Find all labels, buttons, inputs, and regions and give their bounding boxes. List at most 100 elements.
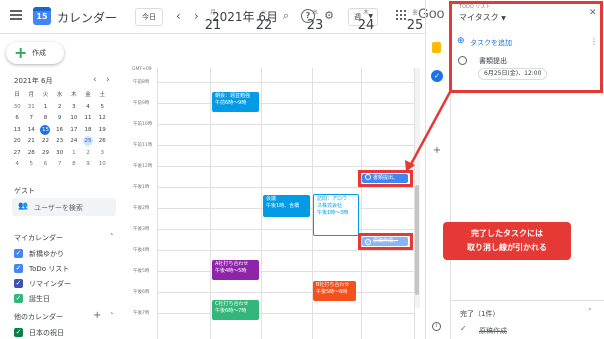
scrollbar-thumb[interactable] <box>415 185 419 295</box>
mini-day[interactable]: 7 <box>24 113 38 125</box>
mini-day[interactable]: 15 <box>38 124 52 137</box>
hour-gridline <box>157 187 415 188</box>
mini-day[interactable]: 8 <box>38 113 52 125</box>
checkbox-checked-icon[interactable]: ✓ <box>14 294 23 303</box>
mini-day[interactable]: 5 <box>95 102 109 114</box>
task-list-select[interactable]: マイタスク ▼ <box>459 12 506 23</box>
mini-day[interactable]: 2 <box>81 148 95 160</box>
keep-icon[interactable] <box>432 42 441 53</box>
completed-divider <box>450 300 604 301</box>
completed-task-title[interactable]: 原稿作成 <box>479 326 507 336</box>
hour-gridline <box>157 145 415 146</box>
checkbox-checked-icon[interactable]: ✓ <box>14 279 23 288</box>
mini-day[interactable]: 9 <box>53 113 67 125</box>
completed-check-icon[interactable]: ✓ <box>460 324 467 333</box>
mini-day[interactable]: 3 <box>95 148 109 160</box>
main-menu-icon[interactable] <box>10 10 22 20</box>
prev-week-icon[interactable]: ‹ <box>176 9 181 23</box>
chevron-down-icon[interactable]: ˅ <box>588 308 592 316</box>
mini-day[interactable]: 6 <box>38 159 52 171</box>
task-complete-radio[interactable] <box>458 56 467 65</box>
create-button[interactable]: + 作成 <box>6 42 64 64</box>
mini-day[interactable]: 4 <box>81 102 95 114</box>
mini-day[interactable]: 16 <box>53 125 67 137</box>
hour-label: 午後5時 <box>133 269 150 274</box>
close-icon[interactable]: ✕ <box>589 8 597 18</box>
mini-day[interactable]: 12 <box>95 113 109 125</box>
annotation-callout: 完了したタスクには 取り消し線が引かれる <box>443 222 571 260</box>
mini-day[interactable]: 22 <box>38 136 52 148</box>
task-chip[interactable]: 書類提出、 <box>362 174 408 183</box>
add-addon-plus-icon[interactable]: + <box>431 145 443 157</box>
chevron-up-icon[interactable]: ˄ <box>110 312 114 320</box>
calendar-event[interactable]: C社打ち合わせ 午後6時〜7時 <box>212 300 259 320</box>
mini-day[interactable]: 26 <box>95 136 109 148</box>
callout-line: 取り消し線が引かれる <box>467 243 547 252</box>
mini-day[interactable]: 1 <box>67 148 81 160</box>
add-calendar-plus-icon[interactable]: + <box>93 310 101 321</box>
mini-day[interactable]: 1 <box>38 102 52 114</box>
mini-week-row: 20 21 22 23 24 25 26 <box>10 136 110 148</box>
mini-day[interactable]: 7 <box>53 159 67 171</box>
mini-day[interactable]: 9 <box>81 159 95 171</box>
tasks-icon[interactable]: ✓ <box>431 70 443 82</box>
mini-day[interactable]: 10 <box>67 113 81 125</box>
mini-day[interactable]: 10 <box>95 159 109 171</box>
mini-day[interactable]: 19 <box>95 125 109 137</box>
hour-gridline <box>157 124 415 125</box>
mini-day[interactable]: 5 <box>24 159 38 171</box>
calendar-event[interactable]: A社打ち合わせ 午後4時〜5時 <box>212 260 259 280</box>
checkbox-checked-icon[interactable]: ✓ <box>14 249 23 258</box>
mini-weekday: 日 <box>14 92 20 98</box>
mini-day[interactable]: 2 <box>53 102 67 114</box>
mini-day[interactable]: 30 <box>53 148 67 160</box>
task-title[interactable]: 書類提出 <box>479 56 507 66</box>
mini-day[interactable]: 8 <box>67 159 81 171</box>
mini-day[interactable]: 3 <box>67 102 81 114</box>
mini-prev-icon[interactable]: ‹ <box>93 75 97 85</box>
calendar-event[interactable]: 訪問：アロウ ス株式会社 午後1時〜3時 <box>313 194 359 236</box>
other-calendars-title[interactable]: 他のカレンダー <box>14 312 63 322</box>
mini-day[interactable]: 24 <box>67 136 81 148</box>
add-task-button[interactable]: タスクを追加 <box>470 38 512 48</box>
task-due-chip[interactable]: 6月25日(金)、12:00 <box>478 68 548 80</box>
mini-weekday: 火 <box>42 92 49 98</box>
caret-down-icon: ▼ <box>501 15 506 22</box>
mini-next-icon[interactable]: › <box>106 75 110 85</box>
mini-day[interactable]: 21 <box>24 136 38 148</box>
more-vert-icon[interactable]: ⋮ <box>590 37 598 46</box>
mini-day[interactable]: 29 <box>38 148 52 160</box>
mini-day[interactable]: 23 <box>53 136 67 148</box>
chevron-up-icon[interactable]: ˄ <box>110 233 114 241</box>
mini-day[interactable]: 30 <box>10 102 24 114</box>
calendar-event[interactable]: 朝会：週並勉強 午前6時〜9時 <box>212 92 259 112</box>
mini-day[interactable]: 28 <box>24 148 38 160</box>
completed-task-chip[interactable]: ✓ 原稿作成、 <box>362 237 408 246</box>
completed-section-title[interactable]: 完了（1件） <box>460 309 499 319</box>
checkbox-checked-icon[interactable]: ✓ <box>14 264 23 273</box>
today-button[interactable]: 今日 <box>135 8 163 26</box>
timezone-label: GMT+09 <box>132 67 152 72</box>
my-calendars-title[interactable]: マイカレンダー <box>14 233 63 243</box>
checkbox-checked-icon[interactable]: ✓ <box>14 328 23 337</box>
mini-day[interactable]: 31 <box>24 102 38 114</box>
mini-day[interactable]: 6 <box>10 113 24 125</box>
add-task-icon[interactable]: ⊕ <box>457 36 465 46</box>
mini-day[interactable]: 27 <box>10 148 24 160</box>
mini-week-row: 30 31 1 2 3 4 5 <box>10 102 110 114</box>
mini-day[interactable]: 20 <box>10 136 24 148</box>
mini-day[interactable]: 4 <box>10 159 24 171</box>
info-icon[interactable]: i <box>432 322 441 331</box>
guest-search-input[interactable]: 👥 ユーザーを検索 <box>12 198 116 216</box>
mini-day[interactable]: 13 <box>10 125 24 137</box>
calendar-event[interactable]: B社打ち合わせ 午後5時〜6時 <box>313 281 356 301</box>
mini-day[interactable]: 17 <box>67 125 81 137</box>
mini-day[interactable]: 14 <box>24 125 38 137</box>
hour-gridline <box>157 103 415 104</box>
hour-label: 午前8時 <box>133 80 150 85</box>
calendar-event[interactable]: 会議 午後1時、含橋 <box>263 195 310 217</box>
grid-divider <box>361 68 362 339</box>
mini-day[interactable]: 11 <box>81 113 95 125</box>
mini-day[interactable]: 25 <box>81 136 95 148</box>
mini-day[interactable]: 18 <box>81 125 95 137</box>
